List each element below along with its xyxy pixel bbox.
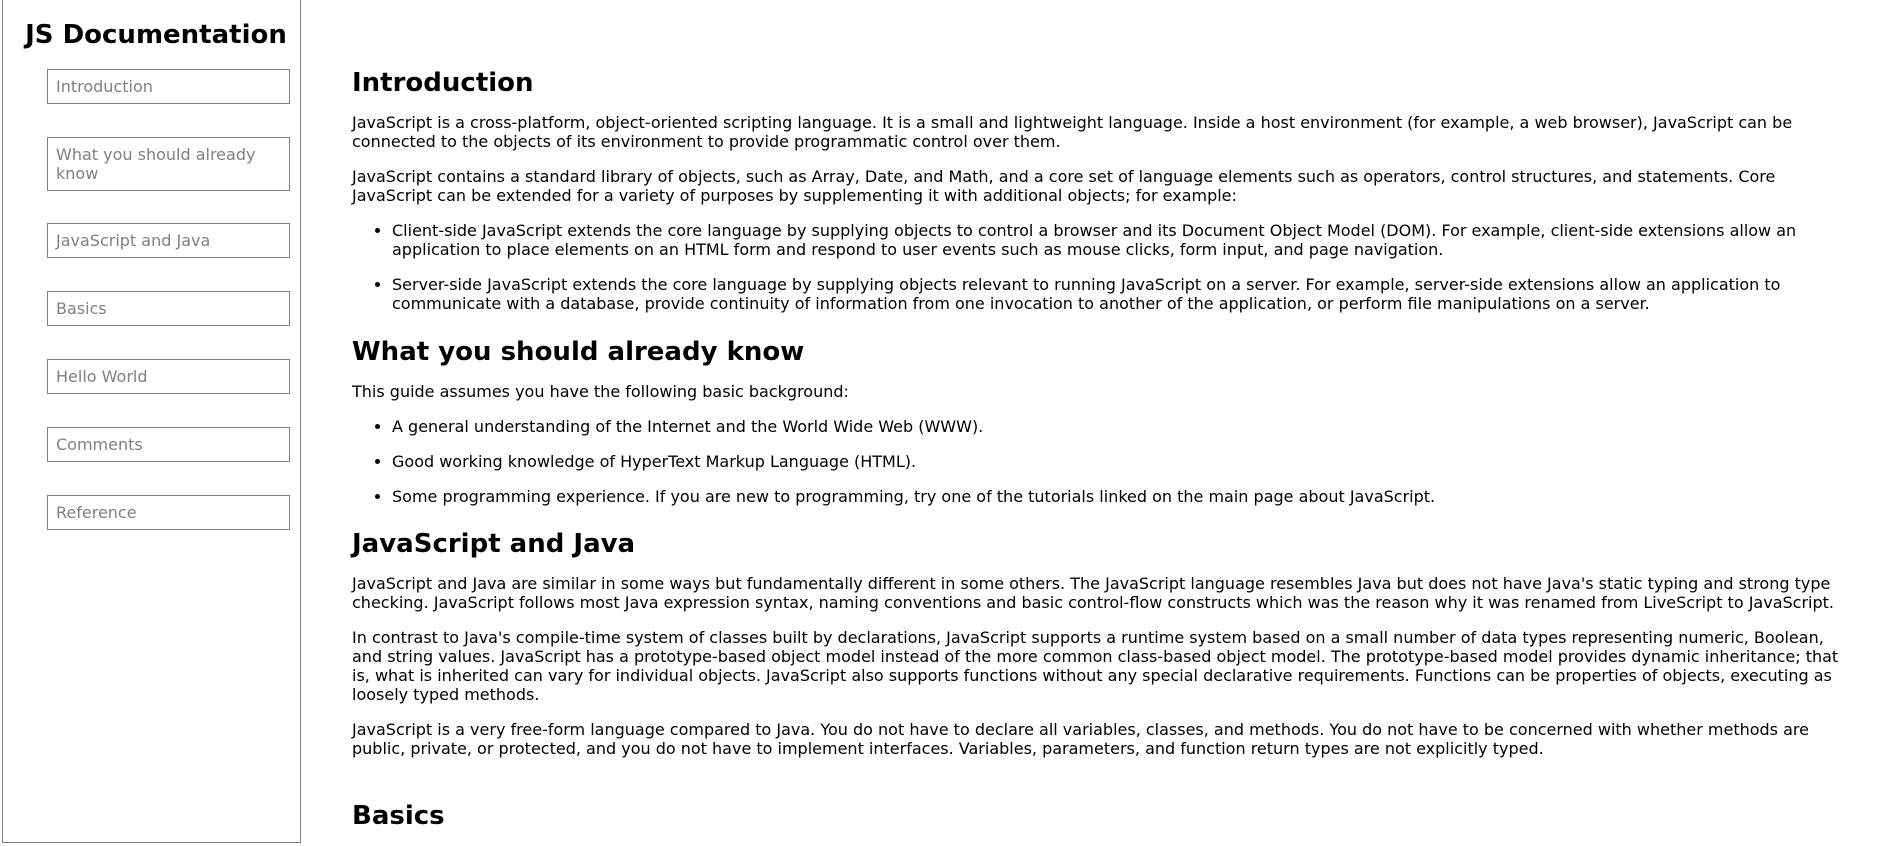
nav-link-what-you-should-already-know[interactable]: What you should already know [47,137,290,191]
nav-link-introduction[interactable]: Introduction [47,69,290,104]
section-basics: Basics [352,800,1857,846]
paragraph: In contrast to Java's compile-time syste… [352,628,1839,704]
list-item: Client-side JavaScript extends the core … [392,221,1857,259]
section-header-what-you-should-already-know: What you should already know [352,337,805,367]
section-header-basics: Basics [352,801,445,831]
section-introduction: Introduction JavaScript is a cross-platf… [352,67,1857,329]
list-item: Good working knowledge of HyperText Mark… [392,452,1857,471]
nav-link-javascript-and-java[interactable]: JavaScript and Java [47,223,290,258]
list-item: Some programming experience. If you are … [392,487,1857,506]
paragraph: JavaScript is a very free-form language … [352,720,1809,758]
section-what-you-should-already-know: What you should already know This guide … [352,336,1857,522]
bullet-list: A general understanding of the Internet … [352,417,1857,506]
nav-link-reference[interactable]: Reference [47,495,290,530]
nav-link-basics[interactable]: Basics [47,291,290,326]
bullet-list: Client-side JavaScript extends the core … [352,221,1857,313]
section-header-introduction: Introduction [352,68,534,98]
paragraph: JavaScript and Java are similar in some … [352,574,1834,612]
paragraph: JavaScript is a cross-platform, object-o… [352,113,1793,151]
nav-title: JS Documentation [25,20,287,50]
paragraph: This guide assumes you have the followin… [352,382,849,401]
paragraph: JavaScript contains a standard library o… [352,167,1776,205]
sidebar-nav: JS Documentation Introduction What you s… [2,0,301,843]
nav-link-comments[interactable]: Comments [47,427,290,462]
section-javascript-and-java: JavaScript and Java JavaScript and Java … [352,528,1857,774]
list-item: A general understanding of the Internet … [392,417,1857,436]
nav-link-hello-world[interactable]: Hello World [47,359,290,394]
section-header-javascript-and-java: JavaScript and Java [352,529,636,559]
list-item: Server-side JavaScript extends the core … [392,275,1857,313]
